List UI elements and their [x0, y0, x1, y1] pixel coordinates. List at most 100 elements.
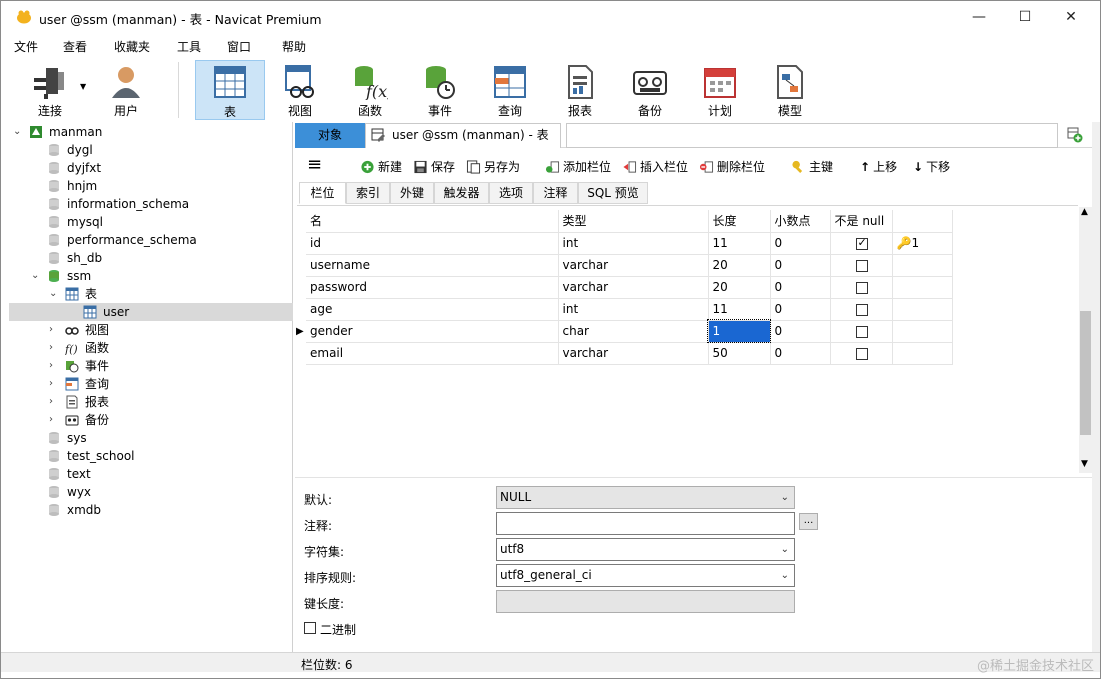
menu-favorites[interactable]: 收藏夹 [114, 38, 150, 55]
menu-tools[interactable]: 工具 [177, 38, 201, 55]
move-up-button[interactable]: ↑ 上移 [860, 158, 897, 175]
tree-db-ssm[interactable]: ⌄ ssm [9, 267, 293, 285]
toolbar-connect-button[interactable]: 连接 ▼ [18, 60, 86, 120]
tree-db-sh-db[interactable]: sh_db [9, 249, 293, 267]
delete-field-button[interactable]: 删除栏位 [699, 158, 765, 175]
tree-db-hnjm[interactable]: hnjm [9, 177, 293, 195]
field-length-cell[interactable]: 11 [708, 232, 771, 255]
field-key-cell[interactable] [892, 342, 953, 365]
insert-field-button[interactable]: 插入栏位 [622, 158, 688, 175]
field-length-cell[interactable]: 50 [708, 342, 771, 365]
subtab-indexes[interactable]: 索引 [346, 182, 390, 204]
field-decimals-cell[interactable]: 0 [770, 320, 831, 343]
field-length-cell[interactable]: 20 [708, 276, 771, 299]
chevron-right-icon[interactable]: › [49, 357, 53, 375]
tab-objects[interactable]: 对象 [295, 123, 365, 148]
chevron-down-icon[interactable]: ⌄ [31, 267, 39, 285]
binary-checkbox[interactable] [304, 622, 316, 634]
collation-select[interactable]: utf8_general_ci ⌄ [496, 564, 795, 587]
chevron-right-icon[interactable]: › [49, 339, 53, 357]
field-type-cell[interactable]: varchar [558, 342, 709, 365]
tree-db-wyx[interactable]: wyx [9, 483, 293, 501]
toolbar-schedule-button[interactable]: 计划 [688, 60, 752, 120]
not-null-checkbox[interactable] [855, 281, 868, 294]
save-button[interactable]: 保存 [413, 158, 455, 175]
field-not-null-cell[interactable] [830, 320, 893, 343]
header-type[interactable]: 类型 [558, 210, 709, 233]
tree-tables-folder[interactable]: ⌄ 表 [9, 285, 293, 303]
not-null-checkbox[interactable] [855, 259, 868, 272]
header-name[interactable]: 名 [306, 210, 559, 233]
field-name-cell[interactable]: age [306, 298, 559, 321]
tree-db-information-schema[interactable]: information_schema [9, 195, 293, 213]
tree-db-sys[interactable]: sys [9, 429, 293, 447]
comment-field[interactable] [496, 512, 795, 535]
primary-key-button[interactable]: 主键 [791, 158, 833, 175]
not-null-checkbox[interactable] [855, 303, 868, 316]
tree-views-folder[interactable]: › 视图 [9, 321, 293, 339]
field-name-cell[interactable]: username [306, 254, 559, 277]
tab-user-table[interactable]: user @ssm (manman) - 表 [365, 123, 561, 148]
field-not-null-cell[interactable] [830, 232, 893, 255]
chevron-down-icon[interactable]: ⌄ [13, 123, 21, 141]
field-name-cell[interactable]: email [306, 342, 559, 365]
field-key-cell[interactable]: 🔑1 [892, 232, 953, 255]
field-not-null-cell[interactable] [830, 342, 893, 365]
field-length-cell[interactable]: 1 [707, 319, 771, 343]
field-key-cell[interactable] [892, 320, 953, 343]
scroll-down-icon[interactable]: ▼ [1081, 459, 1088, 469]
toolbar-model-button[interactable]: 模型 [758, 60, 822, 120]
field-decimals-cell[interactable]: 0 [770, 254, 831, 277]
new-tab-icon[interactable] [1067, 127, 1083, 143]
menu-window[interactable]: 窗口 [227, 38, 251, 55]
charset-select[interactable]: utf8 ⌄ [496, 538, 795, 561]
table-row[interactable]: password varchar 20 0 [306, 276, 953, 299]
menu-file[interactable]: 文件 [14, 38, 38, 55]
toolbar-query-button[interactable]: 查询 [478, 60, 542, 120]
field-length-cell[interactable]: 11 [708, 298, 771, 321]
field-key-cell[interactable] [892, 254, 953, 277]
tree-db-performance-schema[interactable]: performance_schema [9, 231, 293, 249]
chevron-right-icon[interactable]: › [49, 393, 53, 411]
toolbar-event-button[interactable]: 事件 [408, 60, 472, 120]
subtab-foreign-keys[interactable]: 外键 [390, 182, 434, 204]
table-row[interactable]: username varchar 20 0 [306, 254, 953, 277]
field-decimals-cell[interactable]: 0 [770, 342, 831, 365]
save-as-button[interactable]: 另存为 [466, 158, 520, 175]
new-field-button[interactable]: 新建 [360, 158, 402, 175]
field-decimals-cell[interactable]: 0 [770, 276, 831, 299]
toolbar-user-button[interactable]: 用户 [94, 60, 158, 120]
hamburger-menu-icon[interactable]: ≡ [307, 154, 322, 175]
tree-events-folder[interactable]: › 事件 [9, 357, 293, 375]
subtab-comment[interactable]: 注释 [533, 182, 578, 204]
chevron-down-icon[interactable]: ⌄ [49, 285, 57, 303]
subtab-sql-preview[interactable]: SQL 预览 [578, 182, 648, 204]
toolbar-backup-button[interactable]: 备份 [618, 60, 682, 120]
move-down-button[interactable]: ↓ 下移 [913, 158, 950, 175]
tree-db-xmdb[interactable]: xmdb [9, 501, 293, 519]
subtab-triggers[interactable]: 触发器 [434, 182, 489, 204]
menu-help[interactable]: 帮助 [282, 38, 306, 55]
tree-db-dyjfxt[interactable]: dyjfxt [9, 159, 293, 177]
toolbar-table-button[interactable]: 表 [195, 60, 265, 120]
subtab-options[interactable]: 选项 [489, 182, 533, 204]
scrollbar-thumb[interactable] [1080, 311, 1091, 435]
scroll-up-icon[interactable]: ▲ [1081, 207, 1088, 217]
field-key-cell[interactable] [892, 298, 953, 321]
field-length-cell[interactable]: 20 [708, 254, 771, 277]
toolbar-report-button[interactable]: 报表 [548, 60, 612, 120]
tree-db-text[interactable]: text [9, 465, 293, 483]
connect-dropdown-arrow-icon[interactable]: ▼ [80, 82, 86, 91]
menu-view[interactable]: 查看 [63, 38, 87, 55]
table-row[interactable]: email varchar 50 0 [306, 342, 953, 365]
chevron-right-icon[interactable]: › [49, 375, 53, 393]
minimize-button[interactable]: — [956, 1, 1002, 32]
toolbar-view-button[interactable]: 视图 [268, 60, 332, 120]
header-decimals[interactable]: 小数点 [770, 210, 831, 233]
not-null-checkbox[interactable] [855, 325, 868, 338]
fields-scrollbar[interactable]: ▲ ▼ [1079, 207, 1092, 473]
field-name-cell[interactable]: password [306, 276, 559, 299]
chevron-right-icon[interactable]: › [49, 411, 53, 429]
table-row[interactable]: id int 11 0 🔑1 [306, 232, 953, 255]
field-name-cell[interactable]: gender ▶ [296, 320, 559, 343]
